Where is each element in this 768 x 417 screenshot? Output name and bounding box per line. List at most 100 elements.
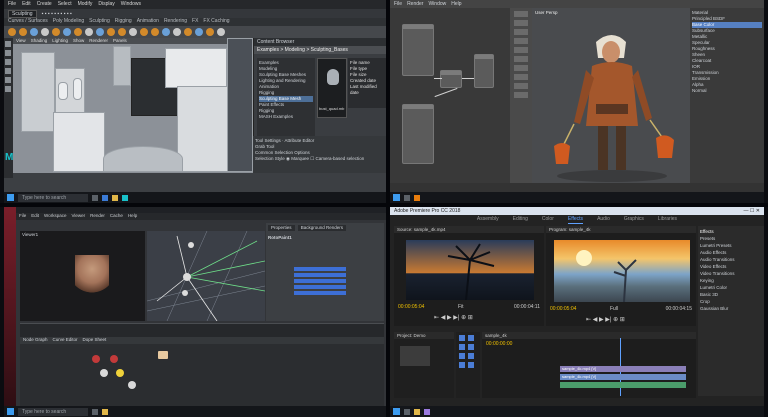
task-view-icon[interactable] [92,408,98,415]
node-editor[interactable] [390,8,510,183]
sequence-timeline[interactable]: sample_4k 00:00:00:00 sample_4k.mp4 [V] … [482,332,696,398]
knob-field[interactable] [294,279,346,283]
graph-node[interactable] [116,369,124,377]
program-fit-dropdown[interactable]: Full [610,306,618,312]
effects-item[interactable]: Video Effects [700,263,762,270]
effects-item[interactable]: Basic 3D [700,291,762,298]
explorer-icon[interactable] [414,408,420,415]
effects-item[interactable]: Lumetri Presets [700,242,762,249]
program-transport-controls[interactable]: ⇤ ◀ ▶ ▶| ⊕ ⊞ [586,316,625,323]
sculpt-brush-icon[interactable] [206,28,214,36]
premiere-taskbar-icon[interactable] [424,408,430,415]
video-clip[interactable]: sample_4k.mp4 [V] [560,366,686,372]
menuset-dropdown[interactable]: Sculpting [8,9,37,18]
context-item[interactable]: Last modified date [350,84,384,96]
sculpt-brush-icon[interactable] [118,28,126,36]
sidebar-field[interactable] [514,65,528,71]
tool-settings-tab[interactable]: Tool Settings [255,138,281,143]
shelf-tab[interactable]: Rigging [115,18,132,26]
graph-node[interactable] [128,381,136,389]
effects-item[interactable]: Lumetri Color [700,284,762,291]
taskbar-search[interactable]: Type here to search [18,407,88,416]
program-monitor[interactable]: Program: sample_4k 00:00:05:04 Full 00:0… [546,226,696,326]
menu-edit[interactable]: Edit [22,1,31,8]
sidebar-field[interactable] [514,29,528,35]
asset-thumbnail[interactable]: bust_quad.mb [317,58,347,118]
vp-menu-view[interactable]: View [16,38,26,44]
source-monitor[interactable]: Source: sample_4k.mp4 00:00:05:04 Fit 00… [394,226,544,326]
track-select-icon[interactable] [468,335,474,341]
tab-background-renders[interactable]: Background Renders [297,225,347,231]
windows-start-icon[interactable] [7,408,14,415]
effects-item[interactable]: Video Transitions [700,270,762,277]
explorer-icon[interactable] [112,194,118,201]
task-view-icon[interactable] [92,194,98,201]
tab-dope-sheet[interactable]: Dope Sheet [83,337,107,344]
workspace-tab-active[interactable]: Effects [567,216,584,224]
select-tool-icon[interactable] [5,41,11,47]
blender-menu-file[interactable]: File [394,1,402,7]
paint-select-icon[interactable] [5,59,11,65]
sculpt-brush-icon[interactable] [107,28,115,36]
shelf-tab[interactable]: FX Caching [203,18,229,26]
sculpt-brush-icon[interactable] [173,28,181,36]
sculpt-brush-icon[interactable] [184,28,192,36]
blender-menu-help[interactable]: Help [451,1,461,7]
workspace-tab[interactable]: Assembly [477,216,499,224]
shelf-tab[interactable]: Curves / Surfaces [8,18,48,26]
shelf-tab[interactable]: FX [192,18,198,26]
sidebar-field[interactable] [514,92,528,98]
lasso-tool-icon[interactable] [5,50,11,56]
sidebar-field[interactable] [514,47,528,53]
scale-tool-icon[interactable] [5,86,11,92]
mix-node[interactable] [440,70,462,88]
camera-based-checkbox[interactable]: Camera-based selection [316,156,365,161]
nuke-menu[interactable]: Edit [31,213,39,220]
slip-tool-icon[interactable] [459,353,465,359]
source-transport-controls[interactable]: ⇤ ◀ ▶ ▶| ⊕ ⊞ [434,314,473,321]
source-fit-dropdown[interactable]: Fit [458,304,464,310]
shelf-tab[interactable]: Poly Modeling [53,18,84,26]
menu-file[interactable]: File [8,1,16,8]
workspace-tab[interactable]: Libraries [658,216,677,224]
sculpt-brush-icon[interactable] [85,28,93,36]
maya-taskbar-icon[interactable] [122,194,128,201]
nuke-menu[interactable]: Viewer [71,213,85,220]
sculpt-brush-icon[interactable] [63,28,71,36]
edge-icon[interactable] [102,194,108,201]
windows-start-icon[interactable] [393,194,400,201]
menu-modify[interactable]: Modify [78,1,93,8]
sidebar-field[interactable] [514,83,528,89]
vp-menu-shading[interactable]: Shading [31,38,48,44]
sculpt-brush-icon[interactable] [19,28,27,36]
project-clip-thumbnail[interactable] [400,346,430,366]
vp-menu-renderer[interactable]: Renderer [89,38,108,44]
sculpt-brush-icon[interactable] [129,28,137,36]
move-tool-icon[interactable] [5,68,11,74]
viewer-3d[interactable] [147,231,265,321]
vp-menu-lighting[interactable]: Lighting [52,38,68,44]
tab-node-graph[interactable]: Node Graph [23,337,48,344]
workspace-tab[interactable]: Graphics [624,216,644,224]
nuke-menu[interactable]: Render [90,213,105,220]
selection-tool-icon[interactable] [459,335,465,341]
sculpt-brush-icon[interactable] [195,28,203,36]
video-clip[interactable]: sample_4k.mp4 [V] [560,374,686,380]
windows-start-icon[interactable] [393,408,400,415]
blender-menu-render[interactable]: Render [407,1,423,7]
shelf-tab[interactable]: Rendering [164,18,187,26]
program-timecode-in[interactable]: 00:00:05:04 [550,306,576,312]
pen-tool-icon[interactable] [468,353,474,359]
effects-item[interactable]: Presets [700,235,762,242]
nuke-menu[interactable]: Help [128,213,137,220]
rotate-tool-icon[interactable] [5,77,11,83]
sculpt-brush-icon[interactable] [52,28,60,36]
shader-node[interactable] [402,24,434,76]
taskbar-search[interactable]: Type here to search [18,193,88,202]
vp-menu-panels[interactable]: Panels [113,38,127,44]
nuke-menu[interactable]: Workspace [44,213,66,220]
knob-field[interactable] [294,267,346,271]
sidebar-field[interactable] [514,56,528,62]
knob-field[interactable] [294,285,346,289]
sculpt-brush-icon[interactable] [96,28,104,36]
